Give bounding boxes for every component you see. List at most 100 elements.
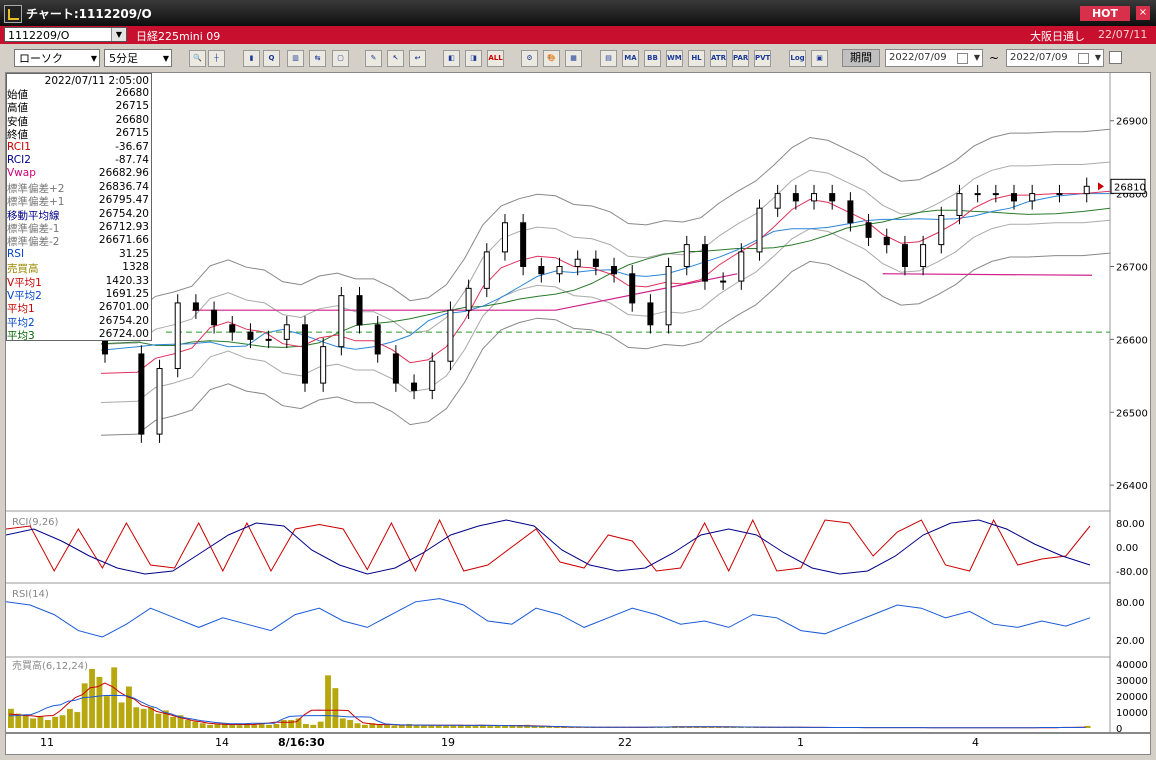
period-checkbox[interactable] xyxy=(1109,51,1122,64)
info-row-value: 26682.96 xyxy=(98,167,149,180)
crosshair-icon[interactable]: ┼ xyxy=(208,50,225,67)
volume-bar xyxy=(22,715,29,728)
x-axis-label: 4 xyxy=(972,736,979,749)
pencil-icon[interactable]: ✎ xyxy=(365,50,382,67)
volume-bar xyxy=(207,724,213,728)
date-to-value: 2022/07/09 xyxy=(1010,52,1068,63)
volume-bar xyxy=(450,725,457,728)
rci1-line xyxy=(5,518,1091,573)
grid-icon[interactable]: ▤ xyxy=(600,50,617,67)
rci-panel-label: RCI(9,26) xyxy=(12,517,59,528)
compare-icon[interactable]: ⇆ xyxy=(309,50,326,67)
rsi-tick-label: 80.00 xyxy=(1116,598,1145,609)
candle-body xyxy=(574,258,581,267)
export-icon[interactable]: ▣ xyxy=(811,50,828,67)
volume-bar xyxy=(89,668,95,728)
x-axis-label: 8/16:30 xyxy=(278,736,325,749)
info-row-value: 26754.20 xyxy=(98,207,149,220)
period-button[interactable]: 期間 xyxy=(842,49,880,67)
volume-bar xyxy=(236,725,243,728)
chart-toolbar: ローソク ▼ 5分足 ▼ 🔍 ┼ ▮ Q ▥ ⇆ ▢ ✎ ↖ ↩ ◧ ◨ ALL… xyxy=(0,44,1156,72)
candle-body xyxy=(647,302,654,326)
volume-bar xyxy=(376,724,383,728)
chart-svg[interactable]: 26900268002670026600265002640026810 RCI(… xyxy=(5,73,1150,735)
candle-body xyxy=(1029,193,1036,202)
current-price-label: 26810 xyxy=(1114,182,1146,193)
info-row-value: 26701.00 xyxy=(98,301,149,314)
rci-tick-label: 0.00 xyxy=(1116,543,1138,554)
info-row-value: 26671.66 xyxy=(98,234,149,247)
candle-body xyxy=(283,324,290,340)
info-row-value: 26680 xyxy=(115,113,149,126)
candle-body xyxy=(301,324,308,384)
candle-body xyxy=(883,236,890,246)
hl-button[interactable]: HL xyxy=(688,50,705,67)
chevron-down-icon[interactable]: ▼ xyxy=(1095,50,1101,66)
chevron-down-icon[interactable]: ▼ xyxy=(974,50,980,66)
candle-wide-icon[interactable]: ◨ xyxy=(465,50,482,67)
volume-bar xyxy=(325,675,331,728)
pvt-button[interactable]: PVT xyxy=(754,50,771,67)
interval-select[interactable]: 5分足 ▼ xyxy=(104,49,172,67)
candle-body xyxy=(356,295,363,326)
chart-area[interactable]: 26900 26800 26700 26600 26500 26400 26810 RCI(… xyxy=(5,72,1151,735)
volume-bar xyxy=(339,718,346,728)
volume-bar xyxy=(30,718,36,728)
candle-body xyxy=(520,222,527,267)
calendar-icon[interactable] xyxy=(1078,53,1089,64)
volume-bar xyxy=(170,716,177,728)
date-from-field[interactable]: 2022/07/09 ▼ xyxy=(885,49,983,67)
candle-body xyxy=(629,273,636,304)
candle-body xyxy=(901,244,908,267)
wma-button[interactable]: WMA xyxy=(666,50,683,67)
volume-tick-label: 0 xyxy=(1116,724,1122,732)
volume-bar xyxy=(8,708,14,728)
x-axis-label: 19 xyxy=(441,736,455,749)
settings-icon[interactable]: ⚙ xyxy=(521,50,538,67)
x-axis-label: 11 xyxy=(40,736,54,749)
return-icon[interactable]: ↩ xyxy=(409,50,426,67)
all-button[interactable]: ALL xyxy=(487,50,504,67)
volume-bar xyxy=(133,707,140,728)
cursor-icon[interactable]: ↖ xyxy=(387,50,404,67)
search-chart-icon[interactable]: Q xyxy=(263,50,280,67)
chevron-down-icon[interactable]: ▼ xyxy=(111,28,126,41)
volume-bar xyxy=(148,707,154,728)
chart-type-select[interactable]: ローソク ▼ xyxy=(14,49,100,67)
close-button[interactable]: × xyxy=(1136,6,1150,20)
ma-button[interactable]: MA xyxy=(622,50,639,67)
info-panel: 2022/07/11 2:05:00 始値 26680 高値 26715 安値 26680… xyxy=(6,73,152,342)
atr-button[interactable]: ATR xyxy=(710,50,727,67)
hot-button[interactable]: HOT xyxy=(1080,6,1130,21)
candle-tool-icon[interactable]: ▮ xyxy=(243,50,260,67)
volume-bar xyxy=(118,702,125,728)
info-row: 標準偏差-1 26712.93 xyxy=(7,221,151,235)
info-row-value: 26680 xyxy=(115,87,149,99)
y-tick-label: 26400 xyxy=(1116,481,1148,492)
palette-icon[interactable]: 🎨 xyxy=(543,50,560,67)
info-row-value: -36.67 xyxy=(115,140,149,153)
candle-body xyxy=(992,193,999,196)
info-row-value: 26795.47 xyxy=(98,194,149,207)
chart-app-icon xyxy=(4,5,22,23)
x-axis-label: 22 xyxy=(618,736,632,749)
volume-bar xyxy=(384,725,390,728)
bar-chart-icon[interactable]: ▥ xyxy=(287,50,304,67)
log-button[interactable]: Log xyxy=(789,50,806,67)
zoom-icon[interactable]: 🔍 xyxy=(189,50,206,67)
calendar-icon[interactable] xyxy=(957,53,968,64)
candle-body xyxy=(429,360,436,391)
price-panel: 26900268002670026600265002640026810 xyxy=(6,73,1148,732)
candle-body xyxy=(1083,185,1090,195)
par-button[interactable]: PAR xyxy=(732,50,749,67)
symbol-code-select[interactable]: 1112209/O ▼ xyxy=(4,27,127,42)
color-icon[interactable]: ▦ xyxy=(565,50,582,67)
disabled-tool-icon[interactable]: ▢ xyxy=(332,50,349,67)
info-row-value: 26754.20 xyxy=(98,314,149,327)
sigma-lower-line xyxy=(100,219,1111,403)
info-row: 標準偏差+2 26836.74 xyxy=(7,181,151,195)
info-row: 始値 26680 xyxy=(7,87,151,101)
date-to-field[interactable]: 2022/07/09 ▼ xyxy=(1006,49,1104,67)
bb-button[interactable]: BB xyxy=(644,50,661,67)
candle-narrow-icon[interactable]: ◧ xyxy=(443,50,460,67)
